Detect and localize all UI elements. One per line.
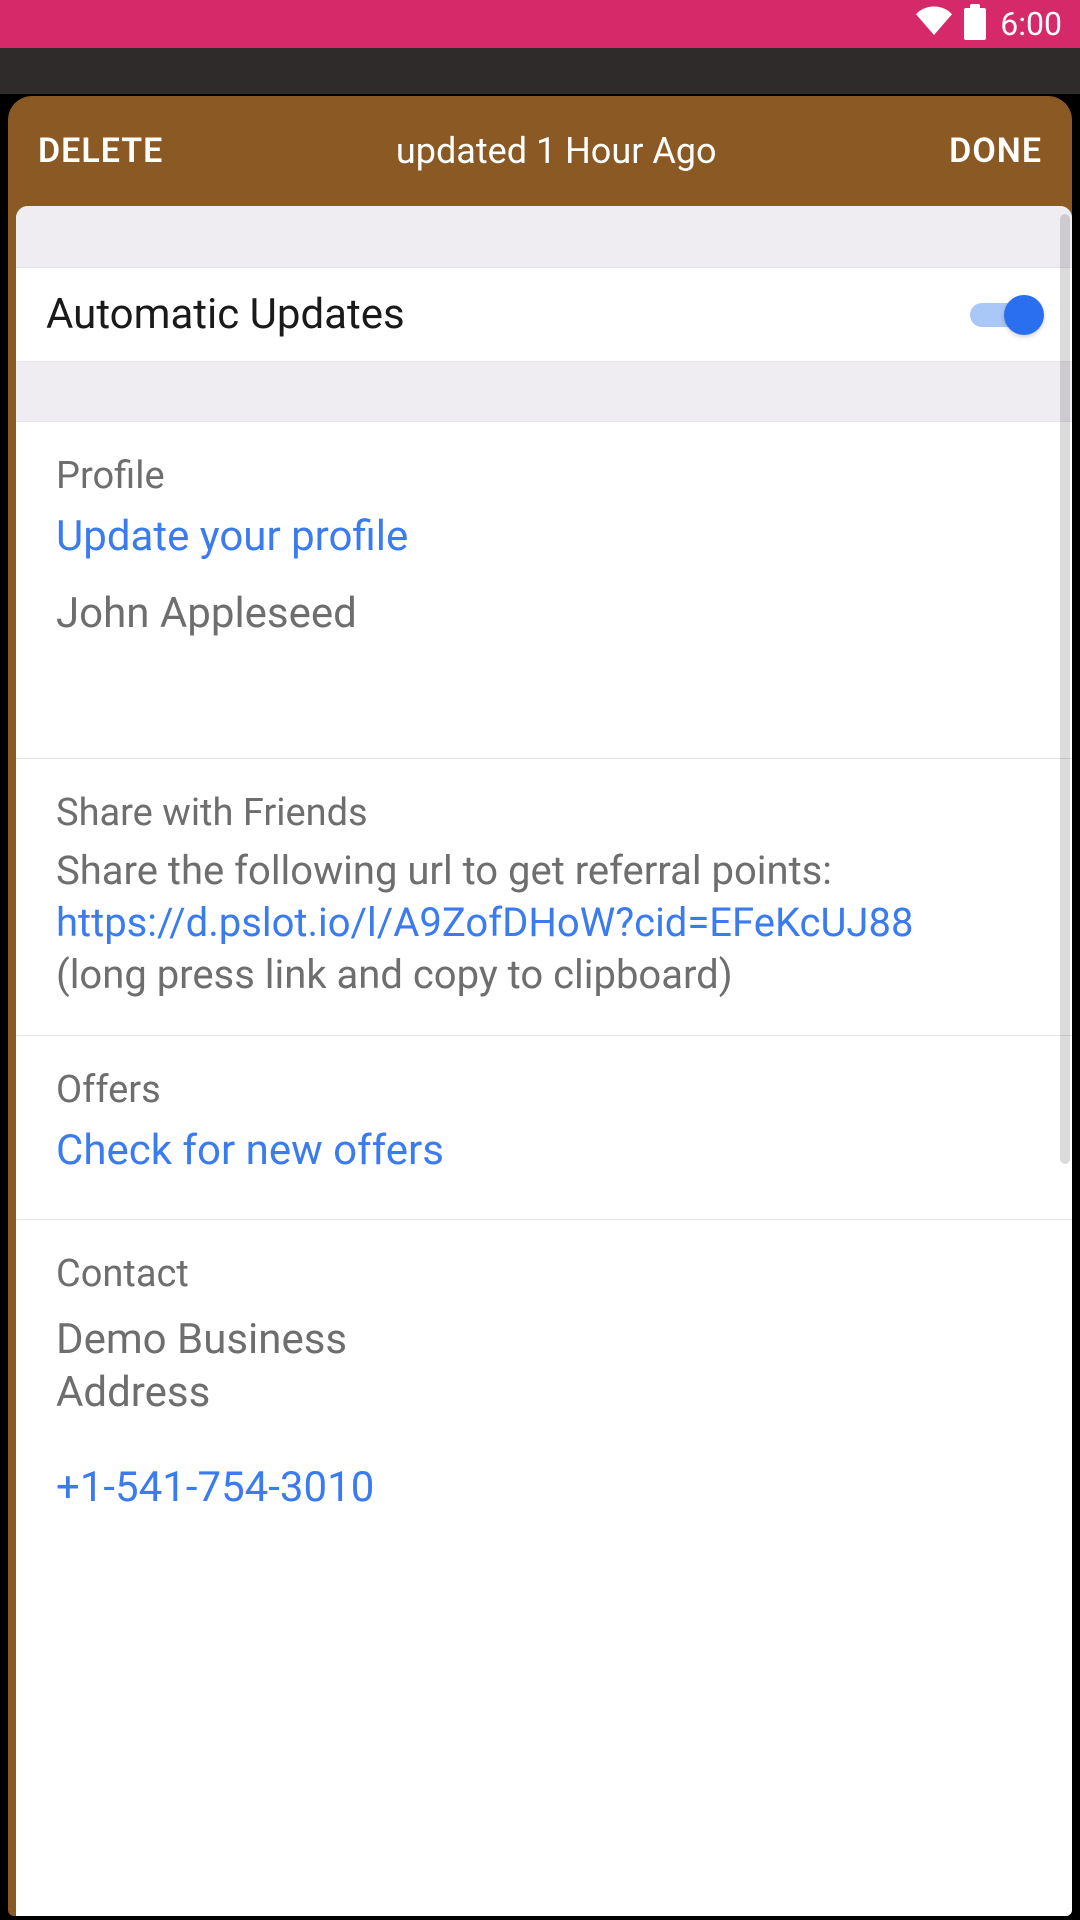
header-title: updated 1 Hour Ago <box>396 130 717 172</box>
sheet-header: DELETE updated 1 Hour Ago DONE <box>8 96 1072 206</box>
share-lead: Share the following url to get referral … <box>56 845 1032 897</box>
profile-section: Profile Update your profile John Applese… <box>16 422 1072 759</box>
status-time: 6:00 <box>1000 5 1062 43</box>
share-title: Share with Friends <box>56 791 1032 835</box>
wifi-icon <box>916 2 952 46</box>
settings-sheet: DELETE updated 1 Hour Ago DONE Automatic… <box>8 96 1072 1916</box>
check-offers-link[interactable]: Check for new offers <box>56 1126 1032 1175</box>
sheet-body: Automatic Updates Profile Update your pr… <box>16 206 1072 1916</box>
share-url-link[interactable]: https://d.pslot.io/l/A9ZofDHoW?cid=EFeKc… <box>56 897 1032 949</box>
app-backdrop <box>0 48 1080 94</box>
contact-address: Demo Business Address <box>56 1314 1032 1419</box>
update-profile-link[interactable]: Update your profile <box>56 512 1032 561</box>
contact-line2: Address <box>56 1368 210 1417</box>
contact-line1: Demo Business <box>56 1315 347 1364</box>
done-button[interactable]: DONE <box>949 131 1042 171</box>
switch-thumb <box>1004 295 1044 335</box>
scrollbar[interactable] <box>1060 214 1070 1164</box>
contact-title: Contact <box>56 1252 1032 1296</box>
section-gap <box>16 206 1072 268</box>
delete-button[interactable]: DELETE <box>38 131 163 171</box>
status-bar: 6:00 <box>0 0 1080 48</box>
contact-phone-link[interactable]: +1-541-754-3010 <box>56 1463 1032 1512</box>
automatic-updates-switch[interactable] <box>970 293 1042 337</box>
share-section: Share with Friends Share the following u… <box>16 759 1072 1036</box>
automatic-updates-label: Automatic Updates <box>46 290 405 339</box>
automatic-updates-row[interactable]: Automatic Updates <box>16 268 1072 362</box>
offers-title: Offers <box>56 1068 1032 1112</box>
offers-section: Offers Check for new offers <box>16 1036 1072 1220</box>
profile-name: John Appleseed <box>56 589 1032 638</box>
profile-title: Profile <box>56 454 1032 498</box>
battery-icon <box>964 8 986 40</box>
share-hint: (long press link and copy to clipboard) <box>56 949 1032 1001</box>
section-gap <box>16 362 1072 422</box>
contact-section: Contact Demo Business Address +1-541-754… <box>16 1220 1072 1512</box>
